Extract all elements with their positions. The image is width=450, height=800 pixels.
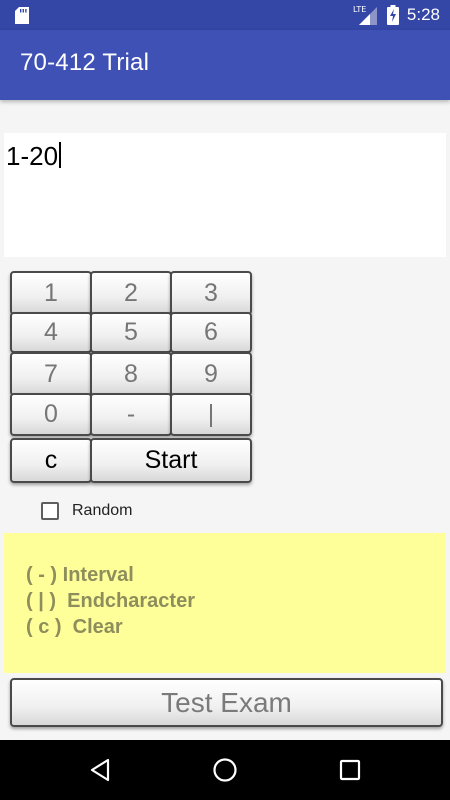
status-time: 5:28 — [406, 5, 440, 24]
home-icon — [213, 758, 237, 782]
recents-icon — [339, 759, 361, 781]
key-interval[interactable]: - — [90, 393, 172, 436]
app-bar: 70-412 Trial — [0, 30, 450, 100]
status-bar: LTE 5:28 — [0, 0, 450, 30]
random-option[interactable]: Random — [41, 502, 132, 520]
home-button[interactable] — [195, 740, 255, 800]
key-9[interactable]: 9 — [170, 352, 252, 396]
legend-interval: ( - ) Interval — [26, 564, 134, 586]
legend-endcharacter: ( | ) Endcharacter — [26, 590, 195, 612]
test-exam-button[interactable]: Test Exam — [10, 678, 443, 727]
network-type-label: LTE — [353, 5, 366, 14]
key-endcharacter[interactable]: | — [170, 393, 252, 436]
input-value: 1-20 — [6, 141, 59, 171]
start-button[interactable]: Start — [90, 438, 252, 483]
random-checkbox[interactable] — [41, 502, 59, 520]
text-cursor — [59, 142, 62, 168]
key-5[interactable]: 5 — [90, 312, 172, 353]
key-6[interactable]: 6 — [170, 312, 252, 353]
key-0[interactable]: 0 — [10, 393, 92, 436]
sd-card-icon — [15, 7, 29, 24]
back-icon — [90, 758, 110, 782]
recents-button[interactable] — [320, 740, 380, 800]
legend-panel: ( - ) Interval ( | ) Endcharacter ( c ) … — [4, 533, 446, 673]
key-1[interactable]: 1 — [10, 271, 92, 315]
battery-charging-icon — [386, 5, 399, 25]
random-label: Random — [72, 502, 133, 519]
navigation-bar — [0, 740, 450, 800]
clear-button[interactable]: c — [10, 438, 92, 483]
question-range-input[interactable]: 1-20 — [4, 133, 446, 257]
app-title: 70-412 Trial — [20, 49, 150, 76]
key-8[interactable]: 8 — [90, 352, 172, 396]
key-7[interactable]: 7 — [10, 352, 92, 396]
lte-signal-icon: LTE — [353, 5, 377, 25]
key-3[interactable]: 3 — [170, 271, 252, 315]
legend-clear: ( c ) Clear — [26, 616, 123, 638]
key-4[interactable]: 4 — [10, 312, 92, 353]
key-2[interactable]: 2 — [90, 271, 172, 315]
back-button[interactable] — [70, 740, 130, 800]
